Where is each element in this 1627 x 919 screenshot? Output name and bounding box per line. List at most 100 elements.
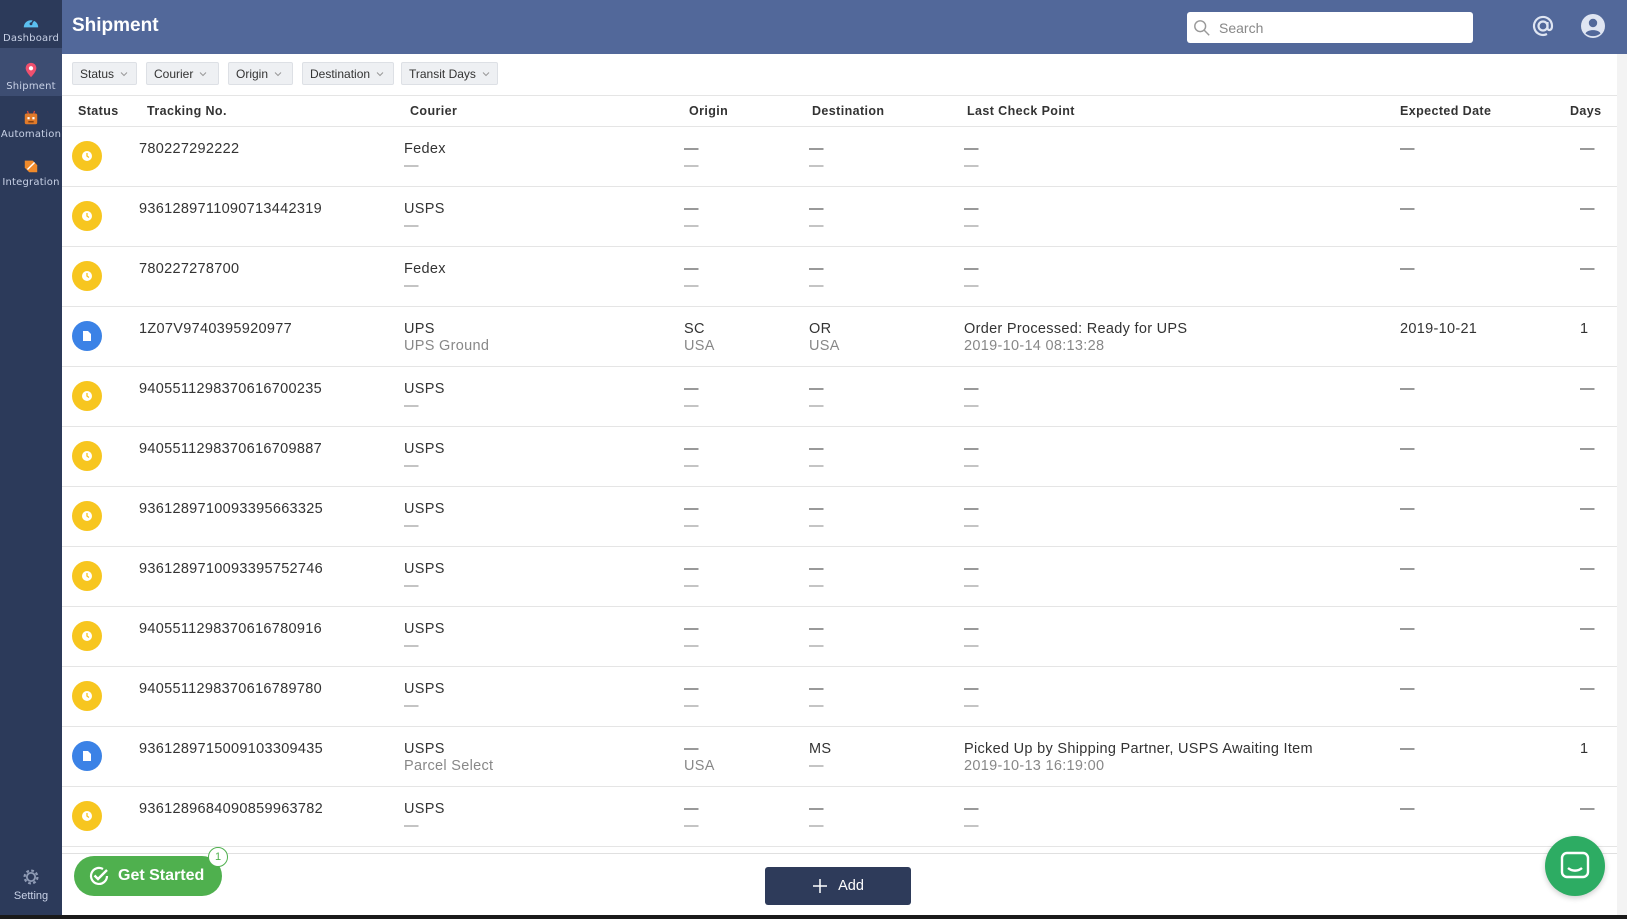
table-row[interactable]: 1Z07V9740395920977 UPS UPS Ground SC USA OR US…	[62, 307, 1617, 367]
table-row[interactable]: 9361289711090713442319 USPS — — — — — — — — —	[62, 187, 1617, 247]
cell-tracking[interactable]: 9361289711090713442319	[139, 201, 322, 218]
status-info-icon	[72, 321, 102, 351]
cell-tracking[interactable]: 9405511298370616700235	[139, 381, 322, 398]
cell-days-value: —	[1580, 621, 1595, 637]
cell-dest-value: —	[809, 801, 824, 817]
cell-tracking[interactable]: 780227278700	[139, 261, 239, 278]
cell-origin-subvalue: USA	[684, 338, 715, 354]
table-row[interactable]: 9361289710093395752746 USPS — — — — — — — — —	[62, 547, 1617, 607]
cell-origin-subvalue: —	[684, 458, 699, 474]
cell-checkpoint-subvalue: —	[964, 278, 979, 294]
table-row[interactable]: 780227292222 Fedex — — — — — — — — —	[62, 127, 1617, 187]
sidebar-item-setting[interactable]: Setting	[0, 866, 62, 914]
cell-origin-value: —	[684, 561, 699, 577]
filter-origin[interactable]: Origin	[228, 62, 293, 85]
cell-expected: —	[1400, 741, 1415, 758]
cell-checkpoint-subvalue: —	[964, 638, 979, 654]
cell-checkpoint-subvalue: —	[964, 518, 979, 534]
sidebar-item-automation[interactable]: Automation	[0, 96, 62, 144]
at-mention-icon[interactable]	[1530, 13, 1556, 39]
cell-expected-value: —	[1400, 501, 1415, 517]
filter-status[interactable]: Status	[72, 62, 137, 85]
cell-courier: USPS —	[404, 621, 445, 655]
cell-tracking[interactable]: 9405511298370616789780	[139, 681, 322, 698]
filter-label: Destination	[310, 66, 371, 81]
table-row[interactable]: 9361289710093395663325 USPS — — — — — — — — —	[62, 487, 1617, 547]
column-header-tracking[interactable]: Tracking No.	[147, 104, 227, 118]
cell-checkpoint: — —	[964, 201, 979, 235]
sidebar-item-label: Shipment	[6, 81, 56, 92]
cell-courier-value: USPS	[404, 381, 445, 397]
cell-tracking[interactable]: 1Z07V9740395920977	[139, 321, 292, 338]
table-row[interactable]: 780227278700 Fedex — — — — — — — — —	[62, 247, 1617, 307]
cell-dest-subvalue: —	[809, 218, 824, 234]
integration-icon	[24, 160, 38, 173]
filter-transit-days[interactable]: Transit Days	[401, 62, 498, 85]
cell-tracking-value: 9405511298370616789780	[139, 681, 322, 697]
cell-expected-value: —	[1400, 621, 1415, 637]
table-row[interactable]: 9405511298370616709887 USPS — — — — — — — — —	[62, 427, 1617, 487]
column-header-status[interactable]: Status	[78, 104, 119, 118]
cell-checkpoint-subvalue: 2019-10-13 16:19:00	[964, 758, 1105, 774]
cell-expected: —	[1400, 501, 1415, 518]
cell-origin: — —	[684, 201, 699, 235]
cell-tracking[interactable]: 9361289684090859963782	[139, 801, 323, 818]
cell-days-value: —	[1580, 561, 1595, 577]
get-started-button[interactable]: Get Started	[74, 856, 222, 896]
column-header-last-checkpoint[interactable]: Last Check Point	[967, 104, 1075, 118]
cell-checkpoint-value: —	[964, 381, 979, 397]
cell-dest-subvalue: —	[809, 398, 824, 414]
chat-launcher-button[interactable]	[1545, 836, 1605, 896]
sidebar-item-label: Automation	[0, 129, 62, 140]
cell-origin-value: —	[684, 801, 699, 817]
cell-days: —	[1580, 141, 1595, 158]
cell-expected-value: —	[1400, 201, 1415, 217]
cell-origin-subvalue: USA	[684, 758, 715, 774]
table-row[interactable]: 9405511298370616780916 USPS — — — — — — — — —	[62, 607, 1617, 667]
cell-tracking[interactable]: 9405511298370616709887	[139, 441, 322, 458]
user-avatar-icon[interactable]	[1580, 13, 1606, 39]
table-row[interactable]: 9361289715009103309435 USPS Parcel Select —…	[62, 727, 1617, 787]
cell-days: —	[1580, 441, 1595, 458]
cell-origin-value: —	[684, 201, 699, 217]
table-row[interactable]: 9361289684090859963782 USPS — — — — — — — — —	[62, 787, 1617, 847]
cell-tracking[interactable]: 9361289715009103309435	[139, 741, 323, 758]
cell-tracking[interactable]: 9361289710093395752746	[139, 561, 323, 578]
cell-days-value: —	[1580, 141, 1595, 157]
cell-origin-subvalue: —	[684, 518, 699, 534]
cell-checkpoint-value: —	[964, 141, 979, 157]
cell-tracking[interactable]: 780227292222	[139, 141, 239, 158]
cell-tracking[interactable]: 9361289710093395663325	[139, 501, 323, 518]
sidebar-item-shipment[interactable]: Shipment	[0, 48, 62, 96]
cell-expected: 2019-10-21	[1400, 321, 1477, 338]
sidebar-item-dashboard[interactable]: Dashboard	[0, 0, 62, 48]
column-header-origin[interactable]: Origin	[689, 104, 728, 118]
cell-expected-value: —	[1400, 681, 1415, 697]
cell-courier: UPS UPS Ground	[404, 321, 489, 355]
add-shipment-button[interactable]: Add	[765, 867, 911, 905]
column-header-courier[interactable]: Courier	[410, 104, 457, 118]
cell-origin: — —	[684, 381, 699, 415]
search-box[interactable]	[1187, 12, 1473, 43]
table-row[interactable]: 9405511298370616700235 USPS — — — — — — — — —	[62, 367, 1617, 427]
search-input[interactable]	[1219, 19, 1459, 36]
cell-courier-subvalue: —	[404, 698, 419, 714]
cell-courier-value: USPS	[404, 501, 445, 517]
table-row[interactable]: 9405511298370616789780 USPS — — — — — — — — —	[62, 667, 1617, 727]
cell-days: —	[1580, 621, 1595, 638]
cell-tracking[interactable]: 9405511298370616780916	[139, 621, 322, 638]
cell-checkpoint: — —	[964, 681, 979, 715]
sidebar-item-integration[interactable]: Integration	[0, 144, 62, 192]
column-header-days[interactable]: Days	[1570, 104, 1601, 118]
status-pending-icon	[72, 441, 102, 471]
filter-courier[interactable]: Courier	[146, 62, 219, 85]
column-header-expected-date[interactable]: Expected Date	[1400, 104, 1491, 118]
cell-checkpoint-subvalue: —	[964, 218, 979, 234]
scrollbar-track[interactable]	[1617, 54, 1627, 915]
cell-tracking-value: 9361289710093395752746	[139, 561, 324, 577]
cell-expected-value: —	[1400, 261, 1415, 277]
column-header-destination[interactable]: Destination	[812, 104, 884, 118]
cell-expected-value: —	[1400, 141, 1415, 157]
cell-days: —	[1580, 381, 1595, 398]
filter-destination[interactable]: Destination	[302, 62, 394, 85]
